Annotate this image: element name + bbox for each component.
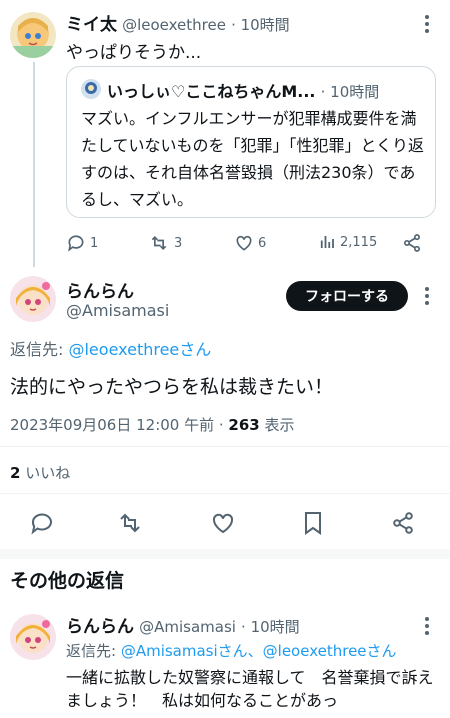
more-options-icon[interactable] — [424, 616, 430, 636]
quote-author-name: いっしぃ♡ここねちゃんM... — [107, 82, 316, 101]
section-heading: その他の返信 — [10, 570, 125, 592]
retweet-icon — [151, 235, 167, 251]
reply-icon — [31, 513, 52, 535]
avatar-ranran[interactable] — [10, 276, 56, 322]
like-count: 6 — [258, 235, 267, 251]
author-name[interactable]: らんらん — [66, 277, 134, 302]
author-name[interactable]: らんらん — [66, 617, 134, 637]
share-icon — [393, 512, 413, 534]
share-icon[interactable] — [402, 233, 422, 253]
avatar-image — [10, 276, 56, 322]
reply-icon — [68, 235, 84, 252]
quote-text: マズい。インフルエンサーが犯罪構成要件を満たしていないものを「犯罪」「性犯罪」と… — [81, 109, 425, 209]
view-count: 2,115 — [340, 234, 378, 250]
tweet-text: やっぱりそうか... — [66, 43, 202, 63]
reply-count: 1 — [90, 235, 99, 251]
retweet-count: 3 — [174, 235, 183, 251]
likes-count: 2 — [10, 464, 21, 482]
reply-button[interactable] — [30, 511, 54, 535]
thread-line — [33, 62, 35, 267]
like-button[interactable] — [211, 511, 235, 535]
tweet-text: 一緒に拡散した奴警察に通報して 名誉棄損で訴えましょう！ 私は如何なることがあっ — [66, 668, 434, 710]
author-handle[interactable]: @leoexethree — [122, 16, 226, 34]
post-time[interactable]: · 10時間 — [231, 16, 290, 34]
more-options-icon[interactable] — [424, 286, 430, 306]
reply-to-prefix: 返信先: — [66, 642, 121, 660]
retweet-button[interactable]: 3 — [148, 233, 182, 253]
likes-label: いいね — [20, 464, 71, 482]
divider — [0, 446, 450, 447]
quote-time: · 10時間 — [320, 83, 380, 101]
retweet-button[interactable] — [118, 511, 142, 535]
section-divider — [0, 549, 450, 559]
share-button[interactable] — [391, 511, 415, 535]
post-timestamp[interactable]: 2023年09月06日 12:00 午前 · — [10, 416, 228, 434]
bookmark-button[interactable] — [302, 511, 324, 535]
follow-button[interactable]: フォローする — [286, 281, 408, 311]
quoted-tweet[interactable]: いっしぃ♡ここねちゃんM... · 10時間 マズい。インフルエンサーが犯罪構成… — [66, 66, 436, 218]
bookmark-icon — [305, 512, 321, 535]
author-handle[interactable]: @Amisamasi — [139, 618, 236, 636]
reply-to-prefix: 返信先: — [10, 340, 69, 359]
views-label: 表示 — [259, 416, 295, 434]
heart-icon — [236, 235, 252, 251]
avatar-image — [10, 614, 56, 660]
more-options-icon[interactable] — [424, 14, 430, 34]
quote-avatar — [81, 79, 101, 99]
reply-to-link[interactable]: @leoexethreeさん — [68, 340, 211, 359]
reply-to-link[interactable]: @Amisamasiさん、@leoexethreeさん — [121, 642, 397, 660]
divider — [0, 493, 450, 494]
like-button[interactable]: 6 — [234, 233, 266, 253]
avatar-image — [10, 12, 56, 58]
views-count: 263 — [228, 416, 260, 434]
avatar-miita[interactable] — [10, 12, 56, 58]
tweet-text: 法的にやったやつらを私は裁きたい！ — [10, 376, 334, 398]
avatar-ranran[interactable] — [10, 614, 56, 660]
author-name[interactable]: ミイ太 — [66, 15, 117, 35]
post-time[interactable]: · 10時間 — [241, 618, 300, 636]
views-button[interactable]: 2,115 — [318, 233, 377, 251]
author-handle[interactable]: @Amisamasi — [66, 301, 169, 320]
reply-button[interactable]: 1 — [66, 233, 98, 253]
heart-icon — [212, 513, 234, 534]
likes-stat[interactable]: 2 いいね — [10, 462, 70, 483]
analytics-icon — [320, 236, 334, 248]
retweet-icon — [120, 513, 140, 533]
